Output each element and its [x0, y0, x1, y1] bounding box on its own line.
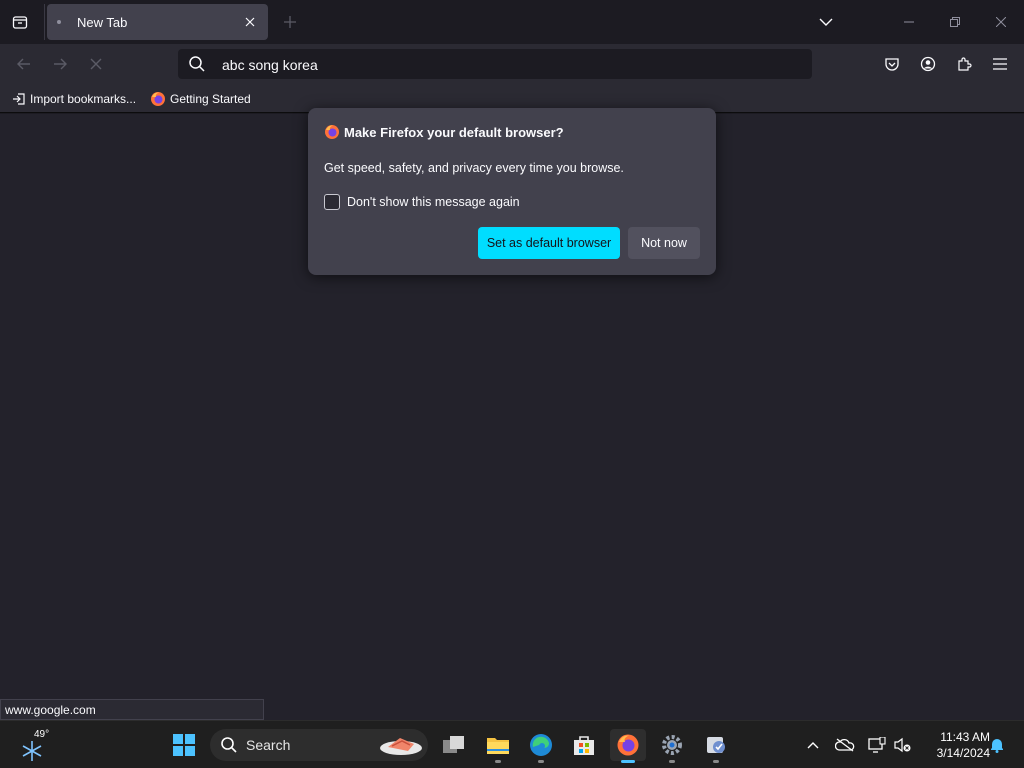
start-button[interactable] [166, 729, 202, 761]
search-icon [189, 56, 205, 72]
firefox-taskbar-button[interactable] [610, 729, 646, 763]
puzzle-icon [958, 57, 972, 71]
tab-strip: New Tab [0, 0, 1024, 44]
edge-button[interactable] [523, 729, 559, 763]
bookmark-label: Getting Started [170, 92, 251, 106]
close-icon [245, 17, 255, 27]
cloud-offline-icon [835, 738, 855, 752]
bookmark-label: Import bookmarks... [30, 92, 137, 106]
not-now-button[interactable]: Not now [628, 227, 700, 259]
restore-button[interactable] [932, 0, 978, 44]
gear-icon [662, 735, 682, 755]
snowflake-icon [22, 741, 42, 761]
dialog-title: Make Firefox your default browser? [344, 124, 564, 140]
restore-icon [950, 17, 960, 27]
network-button[interactable] [866, 735, 888, 755]
plus-icon [284, 16, 296, 28]
weather-temp: 49° [34, 729, 50, 740]
minimize-button[interactable] [886, 0, 932, 44]
search-label: Search [246, 737, 291, 753]
arrow-right-icon [54, 58, 67, 70]
windows-icon [173, 734, 195, 756]
running-indicator [495, 760, 501, 763]
search-icon [221, 737, 237, 753]
firefox-view-icon [12, 16, 28, 29]
volume-button[interactable] [892, 735, 914, 755]
tab-close-button[interactable] [240, 12, 260, 32]
pocket-button[interactable] [880, 52, 904, 76]
onedrive-button[interactable] [834, 735, 856, 755]
show-hidden-icons-button[interactable] [802, 735, 824, 755]
search-highlight-icon [380, 738, 422, 755]
tab-title: New Tab [77, 15, 128, 30]
tab-separator [44, 4, 45, 40]
import-icon [13, 93, 25, 105]
store-icon [574, 736, 594, 755]
new-tab-button[interactable] [278, 10, 302, 34]
clock-date: 3/14/2024 [936, 746, 990, 760]
list-all-tabs-button[interactable] [814, 10, 838, 34]
file-explorer-button[interactable] [480, 729, 516, 763]
taskbar-search[interactable]: Search [210, 729, 428, 761]
default-browser-dialog: Make Firefox your default browser? Get s… [308, 108, 716, 275]
url-bar[interactable]: abc song korea [178, 49, 812, 79]
arrow-left-icon [17, 58, 30, 70]
bell-icon [991, 739, 1003, 753]
edge-icon [530, 734, 552, 756]
checkbox-label: Don't show this message again [347, 195, 520, 209]
folder-icon [487, 738, 509, 754]
task-view-button[interactable] [436, 729, 472, 761]
stop-button[interactable] [84, 52, 108, 76]
checkbox-box[interactable] [324, 194, 340, 210]
bookmark-getting-started[interactable]: Getting Started [150, 90, 251, 108]
extensions-button[interactable] [952, 52, 976, 76]
dont-show-again-checkbox[interactable]: Don't show this message again [324, 194, 520, 210]
nav-bar: abc song korea [0, 44, 1024, 84]
running-indicator [713, 760, 719, 763]
dialog-message: Get speed, safety, and privacy every tim… [324, 161, 624, 175]
taskbar: 49° Search 11:43 AM 3/14/2024 [0, 720, 1024, 768]
store-button[interactable] [566, 729, 602, 761]
dialog-header: Make Firefox your default browser? [324, 124, 564, 140]
back-button[interactable] [12, 52, 36, 76]
taskbar-clock[interactable]: 11:43 AM 3/14/2024 [920, 729, 990, 761]
window-close-button[interactable] [978, 0, 1024, 44]
hamburger-icon [993, 58, 1007, 70]
clock-time: 11:43 AM [940, 730, 990, 744]
firefox-logo-icon [151, 92, 165, 106]
network-icon [868, 737, 886, 753]
pocket-icon [885, 58, 899, 71]
loading-dot-icon [57, 20, 61, 24]
menu-button[interactable] [988, 52, 1012, 76]
weather-widget[interactable]: 49° [20, 729, 50, 763]
stop-icon [90, 58, 102, 70]
running-indicator [538, 760, 544, 763]
app-icon [707, 737, 725, 753]
firefox-view-button[interactable] [8, 10, 32, 34]
task-view-icon [443, 736, 464, 753]
chevron-down-icon [819, 18, 833, 26]
firefox-logo-icon [617, 734, 639, 756]
forward-button[interactable] [48, 52, 72, 76]
chevron-up-icon [807, 742, 819, 749]
active-indicator [621, 760, 635, 763]
running-indicator [669, 760, 675, 763]
bookmark-import[interactable]: Import bookmarks... [12, 90, 136, 108]
firefox-logo-icon [325, 125, 339, 139]
settings-button[interactable] [654, 729, 690, 763]
app-button[interactable] [698, 729, 734, 763]
account-button[interactable] [916, 52, 940, 76]
volume-muted-icon [894, 737, 911, 753]
notifications-button[interactable] [986, 735, 1008, 755]
account-icon [920, 56, 936, 72]
url-text: abc song korea [222, 57, 318, 73]
set-default-button[interactable]: Set as default browser [478, 227, 620, 259]
close-icon [996, 17, 1006, 27]
status-panel: www.google.com [0, 699, 264, 720]
tab-new-tab[interactable]: New Tab [47, 4, 268, 40]
minimize-icon [904, 21, 914, 23]
